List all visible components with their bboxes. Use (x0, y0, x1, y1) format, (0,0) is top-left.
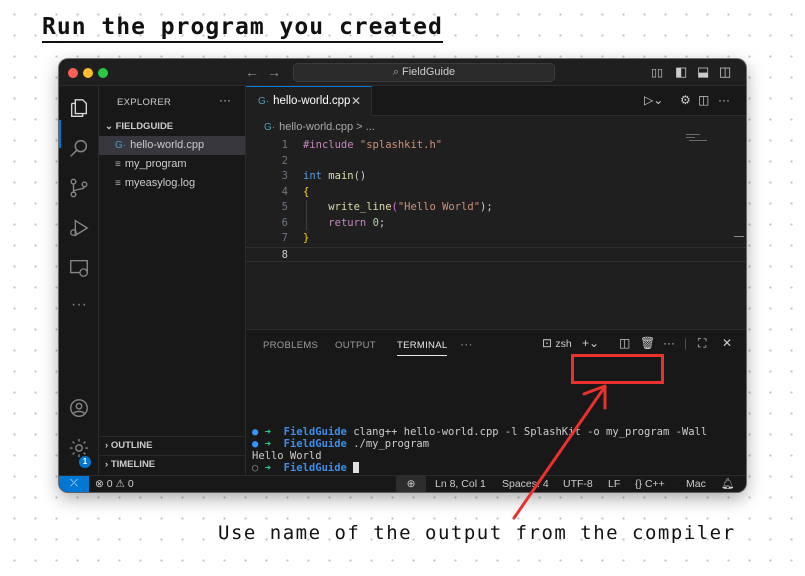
caption: Use name of the output from the compiler (218, 522, 736, 544)
annotation-arrow (512, 384, 607, 520)
